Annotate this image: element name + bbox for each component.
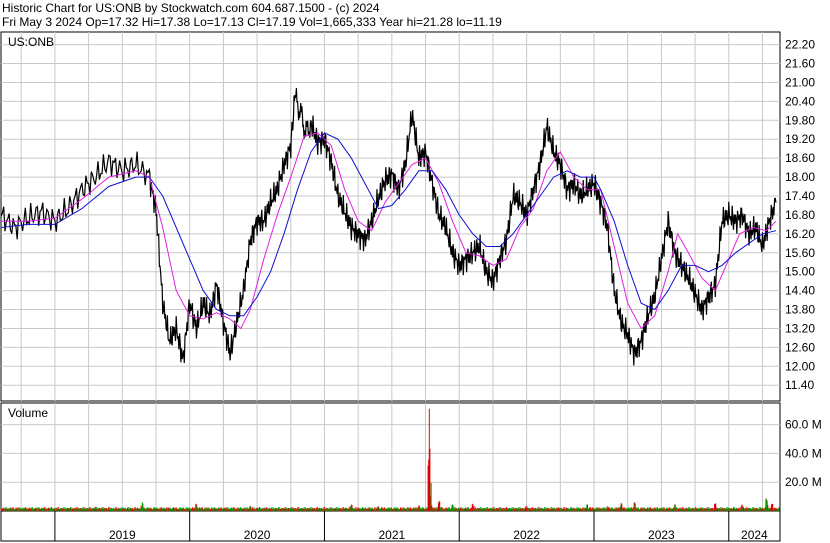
price-panel [0,31,781,402]
price-tick-label: 22.20 [785,38,815,52]
price-panel-label: US:ONB [8,35,54,49]
volume-tick-label: 40.0 M [785,446,822,460]
volume-panel-label: Volume [8,406,48,420]
price-tick-label: 12.00 [785,359,815,373]
price-tick-label: 12.60 [785,340,815,354]
year-tick-label: 2023 [648,528,675,542]
price-tick-label: 21.00 [785,75,815,89]
price-tick-label: 20.40 [785,94,815,108]
price-tick-label: 15.60 [785,246,815,260]
year-tick-label: 2019 [109,528,136,542]
price-tick-label: 13.80 [785,303,815,317]
price-tick-label: 16.20 [785,227,815,241]
volume-tick-label: 60.0 M [785,418,822,432]
price-tick-label: 18.60 [785,151,815,165]
year-tick-label: 2022 [513,528,540,542]
price-tick-label: 17.40 [785,189,815,203]
price-tick-label: 14.40 [785,284,815,298]
price-tick-label: 16.80 [785,208,815,222]
volume-panel [0,402,781,512]
price-tick-label: 15.00 [785,265,815,279]
year-tick-label: 2020 [244,528,271,542]
stock-chart: 22.20 21.60 21.00 20.40 19.80 19.20 18.60 18.00… [0,31,822,542]
price-tick-label: 18.00 [785,170,815,184]
price-tick-label: 21.60 [785,57,815,71]
year-tick-label: 2021 [378,528,405,542]
price-tick-label: 19.20 [785,132,815,146]
price-tick-label: 11.40 [785,378,814,392]
volume-tick-label: 20.0 M [785,475,822,489]
price-tick-label: 19.80 [785,113,815,127]
year-tick-label: 2024 [741,528,768,542]
price-tick-label: 13.20 [785,321,815,335]
